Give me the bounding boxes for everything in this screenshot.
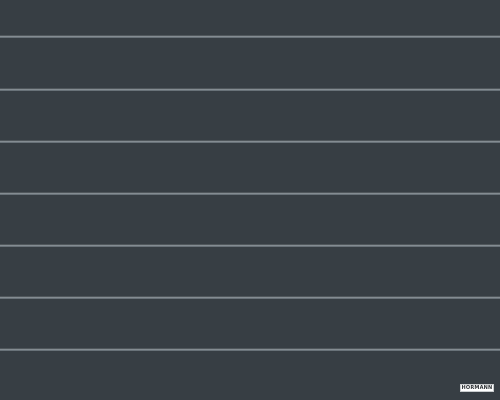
door-panel-8 — [0, 351, 500, 400]
door-panel-5 — [0, 195, 500, 244]
door-panel-2 — [0, 38, 500, 88]
door-panel-7 — [0, 299, 500, 348]
door-panel-1 — [0, 0, 500, 35]
garage-door: HÖRMANN — [0, 0, 500, 400]
brand-label-text: HÖRMANN — [461, 385, 493, 391]
door-panel-4 — [0, 143, 500, 192]
brand-label: HÖRMANN — [460, 384, 494, 392]
door-panel-3 — [0, 91, 500, 140]
door-panel-6 — [0, 247, 500, 296]
